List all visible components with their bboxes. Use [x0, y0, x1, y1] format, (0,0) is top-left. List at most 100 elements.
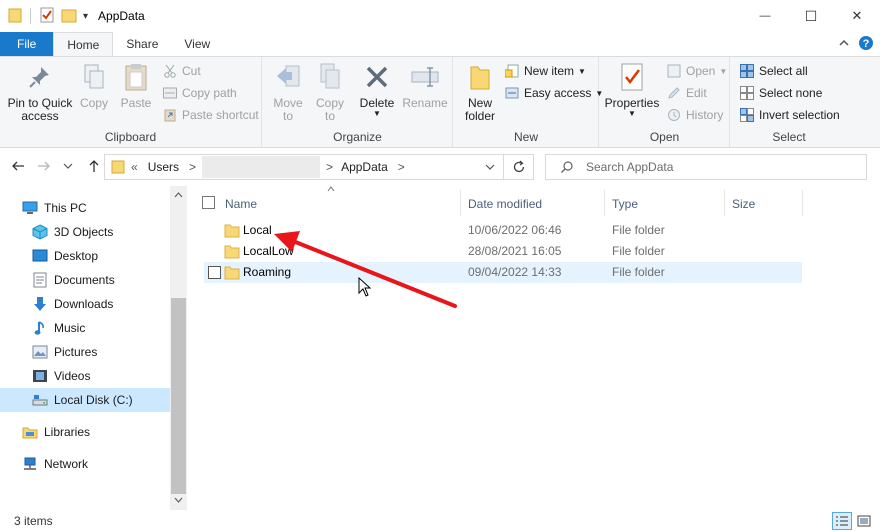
move-to-label: Move to — [273, 96, 303, 123]
new-folder-button[interactable]: New folder — [460, 61, 500, 123]
address-bar[interactable]: « Users > > AppData > — [104, 154, 504, 180]
minimize-button[interactable]: — — [742, 0, 788, 32]
up-arrow-icon[interactable] — [86, 158, 102, 174]
maximize-icon: ☐ — [804, 7, 818, 24]
nav-item-documents[interactable]: Documents — [0, 268, 170, 292]
column-header-size[interactable]: Size — [732, 194, 755, 214]
file-type: File folder — [612, 265, 665, 279]
new-folder-qa-icon[interactable] — [61, 7, 77, 26]
table-row[interactable]: Roaming 09/04/2022 14:33 File folder — [204, 262, 802, 283]
easy-access-label: Easy access — [524, 86, 592, 100]
column-divider[interactable] — [604, 190, 605, 216]
cut-button[interactable]: Cut — [162, 61, 201, 81]
nav-item-music[interactable]: Music — [0, 316, 170, 340]
table-row[interactable]: Local 10/06/2022 06:46 File folder — [204, 220, 802, 241]
file-name: Local — [243, 223, 272, 237]
nav-item-videos[interactable]: Videos — [0, 364, 170, 388]
navigation-scrollbar[interactable] — [170, 186, 187, 510]
folder-icon — [224, 265, 240, 280]
address-separator[interactable]: > — [398, 160, 405, 174]
nav-item-pictures[interactable]: Pictures — [0, 340, 170, 364]
column-header-date-modified[interactable]: Date modified — [468, 194, 542, 214]
file-name: Roaming — [243, 265, 292, 279]
tab-view[interactable]: View — [171, 32, 223, 56]
properties-check-icon[interactable] — [39, 7, 55, 26]
maximize-button[interactable]: ☐ — [788, 0, 834, 32]
select-all-button[interactable]: Select all — [739, 61, 808, 81]
move-to-button[interactable]: Move to — [269, 61, 307, 123]
large-icons-view-icon[interactable] — [854, 512, 874, 530]
organize-group-label: Organize — [333, 130, 382, 144]
tab-file[interactable]: File — [0, 32, 54, 56]
column-divider[interactable] — [460, 190, 461, 216]
nav-item-this-pc[interactable]: This PC — [0, 196, 170, 220]
row-checkbox[interactable] — [208, 266, 221, 279]
column-header-name[interactable]: Name — [225, 194, 257, 214]
edit-button[interactable]: Edit — [666, 83, 707, 103]
pin-to-quick-access-button[interactable]: Pin to Quick access — [6, 61, 74, 123]
select-all-checkbox[interactable] — [202, 196, 215, 209]
paste-button[interactable]: Paste — [118, 61, 154, 110]
close-button[interactable]: ✕ — [834, 0, 880, 32]
copy-to-icon — [314, 61, 346, 93]
libraries-icon — [22, 424, 38, 440]
organize-group: Move to Copy to Delete ▼ Rename Organize — [263, 57, 453, 147]
back-arrow-icon[interactable] — [10, 158, 26, 174]
easy-access-button[interactable]: Easy access ▼ — [504, 83, 603, 103]
customize-qa-dropdown[interactable]: ▾ — [83, 11, 88, 22]
column-header-type[interactable]: Type — [612, 194, 638, 214]
address-separator[interactable]: > — [326, 160, 333, 174]
address-separator[interactable]: > — [189, 160, 196, 174]
videos-icon — [32, 368, 48, 384]
paste-icon — [120, 61, 152, 93]
move-to-icon — [272, 61, 304, 93]
scroll-down-arrow-icon[interactable] — [174, 497, 183, 503]
details-view-icon[interactable] — [832, 512, 852, 530]
address-segment-appdata[interactable]: AppData — [341, 160, 388, 174]
table-row[interactable]: LocalLow 28/08/2021 16:05 File folder — [204, 241, 802, 262]
column-divider[interactable] — [724, 190, 725, 216]
window-title: AppData — [98, 9, 145, 23]
tab-home[interactable]: Home — [53, 32, 114, 56]
nav-item-local-disk-c[interactable]: Local Disk (C:) — [0, 388, 170, 412]
expand-ribbon-icon[interactable] — [838, 37, 850, 52]
nav-item-downloads[interactable]: Downloads — [0, 292, 170, 316]
history-button[interactable]: History — [666, 105, 723, 125]
drive-icon — [32, 392, 48, 408]
scrollbar-thumb[interactable] — [171, 298, 186, 494]
copy-path-icon — [162, 85, 178, 101]
select-none-label: Select none — [759, 86, 823, 100]
help-icon[interactable]: ? — [858, 35, 874, 54]
delete-button[interactable]: Delete ▼ — [357, 61, 397, 118]
nav-item-network[interactable]: Network — [0, 452, 170, 476]
paste-shortcut-button[interactable]: Paste shortcut — [162, 105, 259, 125]
copy-button[interactable]: Copy — [76, 61, 112, 110]
refresh-button[interactable] — [504, 154, 534, 180]
address-overflow[interactable]: « — [131, 160, 138, 174]
recent-locations-chevron-icon[interactable] — [60, 158, 76, 174]
properties-icon — [616, 61, 648, 93]
properties-button[interactable]: Properties ▼ — [604, 61, 660, 118]
invert-selection-button[interactable]: Invert selection — [739, 105, 840, 125]
select-none-button[interactable]: Select none — [739, 83, 822, 103]
copy-path-button[interactable]: Copy path — [162, 83, 237, 103]
nav-label: Local Disk (C:) — [54, 393, 133, 407]
column-divider[interactable] — [802, 190, 803, 216]
nav-item-libraries[interactable]: Libraries — [0, 420, 170, 444]
tab-share[interactable]: Share — [113, 32, 171, 56]
search-box[interactable]: Search AppData — [545, 154, 867, 180]
address-history-chevron-icon[interactable] — [485, 163, 495, 171]
nav-item-desktop[interactable]: Desktop — [0, 244, 170, 268]
folder-icon — [224, 223, 240, 238]
rename-button[interactable]: Rename — [401, 61, 449, 110]
scroll-up-arrow-icon[interactable] — [174, 192, 183, 198]
nav-item-3d-objects[interactable]: 3D Objects — [0, 220, 170, 244]
redacted-username-segment — [202, 156, 321, 178]
file-list: Name Date modified Type Size Local 10/06… — [192, 186, 880, 510]
open-button[interactable]: Open ▼ — [666, 61, 727, 81]
forward-arrow-icon[interactable] — [36, 158, 52, 174]
minimize-icon: — — [759, 10, 771, 22]
address-segment-users[interactable]: Users — [148, 160, 179, 174]
new-item-button[interactable]: New item ▼ — [504, 61, 586, 81]
copy-to-button[interactable]: Copy to — [311, 61, 349, 123]
